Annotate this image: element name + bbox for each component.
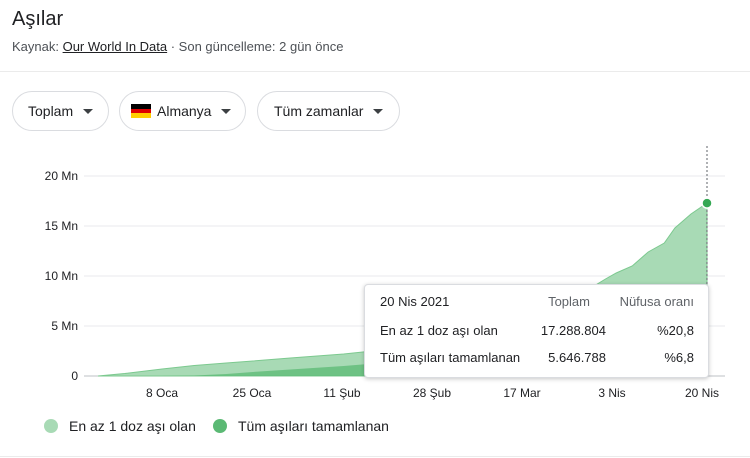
x-tick-label: 17 Mar xyxy=(503,386,540,400)
y-tick-label: 0 xyxy=(71,369,78,383)
y-tick-label: 15 Mn xyxy=(45,219,78,233)
data-tooltip: 20 Nis 2021 Toplam Nüfusa oranı En az 1 … xyxy=(364,284,709,378)
legend-dot-icon xyxy=(44,419,58,433)
tooltip-row-pct: %20,8 xyxy=(657,323,694,338)
legend-item-first-dose[interactable]: En az 1 doz aşı olan xyxy=(44,418,196,434)
legend-item-fully-vaccinated[interactable]: Tüm aşıları tamamlanan xyxy=(213,418,389,434)
x-tick-label: 25 Oca xyxy=(233,386,272,400)
x-tick-label: 3 Nis xyxy=(598,386,625,400)
x-tick-label: 11 Şub xyxy=(323,386,360,400)
tooltip-row-total: 5.646.788 xyxy=(548,350,606,365)
legend-label: En az 1 doz aşı olan xyxy=(69,418,196,434)
tooltip-header-total: Toplam xyxy=(548,294,590,309)
legend-label: Tüm aşıları tamamlanan xyxy=(238,418,389,434)
tooltip-header-pct: Nüfusa oranı xyxy=(619,294,694,309)
x-tick-label: 8 Oca xyxy=(146,386,178,400)
x-tick-label: 20 Nis xyxy=(685,386,719,400)
y-tick-label: 5 Mn xyxy=(51,319,78,333)
y-tick-label: 10 Mn xyxy=(45,269,78,283)
y-tick-label: 20 Mn xyxy=(45,169,78,183)
tooltip-row-label: En az 1 doz aşı olan xyxy=(380,323,498,338)
tooltip-row-pct: %6,8 xyxy=(664,350,694,365)
hover-point xyxy=(701,197,713,209)
tooltip-row-label: Tüm aşıları tamamlanan xyxy=(380,350,521,365)
footer-divider xyxy=(0,456,750,457)
x-tick-label: 28 Şub xyxy=(413,386,451,400)
legend-dot-icon xyxy=(213,419,227,433)
tooltip-row-total: 17.288.804 xyxy=(540,323,606,338)
tooltip-date: 20 Nis 2021 xyxy=(380,294,450,309)
